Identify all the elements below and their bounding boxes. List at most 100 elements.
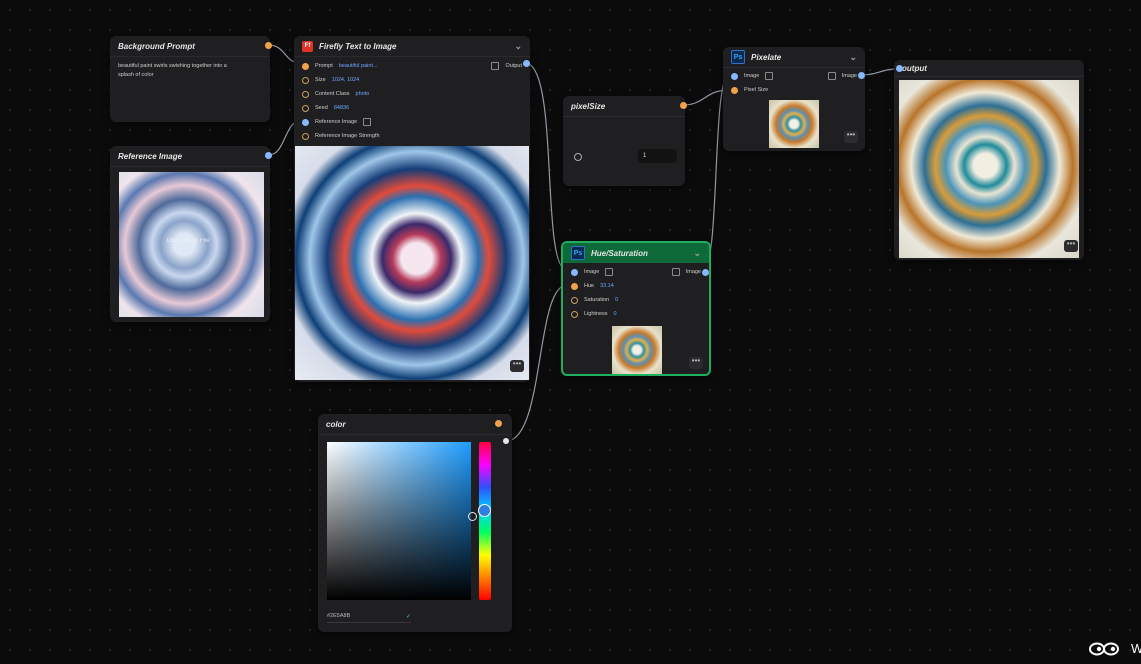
firefly-logo-icon: Ff: [302, 40, 313, 52]
prompt-text[interactable]: beautiful paint swirls swishing together…: [110, 57, 246, 85]
node-title: output: [894, 60, 1084, 77]
hue-saturation-preview-image: [612, 326, 662, 374]
firefly-row-reference-strength[interactable]: Reference Image Strength: [294, 129, 530, 143]
output-node[interactable]: output •••: [894, 60, 1084, 260]
prompt-input-port[interactable]: [302, 62, 309, 70]
row-label: Pixel Size: [744, 87, 769, 93]
node-title: color: [318, 414, 512, 435]
pixelsize-node[interactable]: pixelSize 1: [563, 96, 687, 186]
hue-row-image[interactable]: Image Image: [563, 265, 709, 279]
color-output-port[interactable]: [495, 420, 502, 427]
more-icon[interactable]: •••: [1064, 240, 1078, 252]
firefly-row-content-class[interactable]: Content Class photo: [294, 87, 530, 101]
pixel-size-input-port[interactable]: [731, 86, 738, 94]
output-checkbox[interactable]: [491, 62, 500, 70]
more-icon[interactable]: •••: [689, 357, 703, 369]
row-label: Image: [584, 269, 600, 275]
firefly-output-port[interactable]: [523, 60, 530, 67]
row-value[interactable]: 0: [615, 297, 618, 303]
more-icon[interactable]: •••: [844, 131, 858, 143]
hue-row-lightness[interactable]: Lightness 0: [563, 307, 709, 321]
pixelsize-output-port[interactable]: [680, 102, 687, 109]
pixelsize-value-input[interactable]: 1: [638, 149, 677, 163]
hue-row-hue[interactable]: Hue 33.14: [563, 279, 709, 293]
row-label: Seed: [315, 105, 328, 111]
seed-input-port[interactable]: [302, 104, 309, 112]
hue-row-saturation[interactable]: Saturation 0: [563, 293, 709, 307]
chevron-down-icon[interactable]: ⌄: [693, 248, 701, 259]
image-input-port[interactable]: [571, 268, 578, 276]
row-label: Lightness: [584, 311, 608, 317]
corner-text: W: [1131, 641, 1141, 656]
hue-input-port[interactable]: [571, 282, 578, 290]
node-title: Background Prompt: [110, 36, 270, 57]
pixelsize-slider-handle[interactable]: [574, 153, 582, 161]
row-value[interactable]: 1024, 1024: [332, 77, 360, 83]
output-input-port[interactable]: [896, 65, 903, 72]
firefly-row-size[interactable]: Size 1024, 1024: [294, 73, 530, 87]
color-node[interactable]: color #2E5A8B ✓: [318, 414, 512, 632]
reference-output-port[interactable]: [265, 152, 272, 159]
hue-slider-handle[interactable]: [478, 504, 491, 517]
saturation-input-port[interactable]: [571, 296, 578, 304]
drop-image-text: Drop Image File: [167, 238, 210, 244]
output-label: Image: [685, 269, 701, 275]
image-checkbox[interactable]: [765, 72, 774, 80]
hue-saturation-node[interactable]: Ps Hue/Saturation ⌄ Image Image Hue 33.1…: [561, 241, 711, 376]
output-label: Image: [841, 73, 857, 79]
reference-image-dropzone[interactable]: Drop Image File: [119, 172, 264, 317]
reference-image-checkbox[interactable]: [363, 118, 372, 126]
photoshop-logo-icon: Ps: [731, 50, 745, 64]
wire-firefly-output-to-hue: [524, 62, 568, 271]
more-icon[interactable]: •••: [510, 360, 524, 372]
row-label: Saturation: [584, 297, 610, 303]
pixelate-row-image[interactable]: Image Image: [723, 69, 865, 83]
content-class-input-port[interactable]: [302, 90, 309, 98]
color-picker-handle[interactable]: [468, 512, 477, 521]
row-label: Prompt: [315, 63, 333, 69]
lightness-input-port[interactable]: [571, 310, 578, 318]
hue-saturation-header: Ps Hue/Saturation ⌄: [563, 243, 709, 263]
image-input-port[interactable]: [731, 72, 738, 80]
background-prompt-node[interactable]: Background Prompt beautiful paint swirls…: [110, 36, 272, 122]
output-checkbox[interactable]: [827, 72, 836, 80]
eyes-logo-icon: [1088, 637, 1126, 659]
firefly-header: Ff Firefly Text to Image ⌄: [294, 36, 530, 57]
firefly-row-reference-image[interactable]: Reference Image: [294, 115, 530, 129]
firefly-generated-image: [295, 146, 529, 380]
check-icon[interactable]: ✓: [406, 613, 411, 620]
pixelate-output-port[interactable]: [858, 72, 865, 79]
color-saturation-field[interactable]: [327, 442, 471, 600]
row-label: Size: [315, 77, 326, 83]
node-title: Hue/Saturation: [591, 248, 648, 258]
row-value[interactable]: 33.14: [600, 283, 614, 289]
chevron-down-icon[interactable]: ⌄: [514, 41, 522, 52]
chevron-down-icon[interactable]: ⌄: [849, 52, 857, 63]
image-checkbox[interactable]: [605, 268, 614, 276]
hex-value-field[interactable]: #2E5A8B ✓: [327, 610, 411, 623]
output-checkbox[interactable]: [671, 268, 680, 276]
pixelate-row-pixel-size[interactable]: Pixel Size: [723, 83, 865, 97]
firefly-row-seed[interactable]: Seed 84836: [294, 101, 530, 115]
node-title: pixelSize: [563, 96, 685, 117]
node-title: Firefly Text to Image: [319, 41, 397, 51]
node-title: Pixelate: [751, 52, 782, 62]
reference-image-input-port[interactable]: [302, 118, 309, 126]
row-value[interactable]: photo: [356, 91, 370, 97]
hue-saturation-output-port[interactable]: [702, 269, 709, 276]
color-output-connector[interactable]: [503, 438, 509, 444]
row-value[interactable]: beautiful paint...: [339, 63, 378, 69]
row-value[interactable]: 0: [614, 311, 617, 317]
reference-image-node[interactable]: Reference Image Drop Image File: [110, 146, 272, 322]
firefly-row-prompt[interactable]: Prompt beautiful paint... Output: [294, 59, 530, 73]
size-input-port[interactable]: [302, 76, 309, 84]
hex-value[interactable]: #2E5A8B: [327, 613, 350, 619]
hue-slider[interactable]: [479, 442, 491, 600]
row-label: Reference Image Strength: [315, 133, 380, 139]
pixelate-node[interactable]: Ps Pixelate ⌄ Image Image Pixel Size •••: [723, 47, 865, 151]
firefly-text-to-image-node[interactable]: Ff Firefly Text to Image ⌄ Prompt beauti…: [294, 36, 530, 382]
prompt-output-port[interactable]: [265, 42, 272, 49]
row-value[interactable]: 84836: [334, 105, 349, 111]
reference-strength-input-port[interactable]: [302, 132, 309, 140]
pixelate-preview-image: [769, 100, 819, 148]
